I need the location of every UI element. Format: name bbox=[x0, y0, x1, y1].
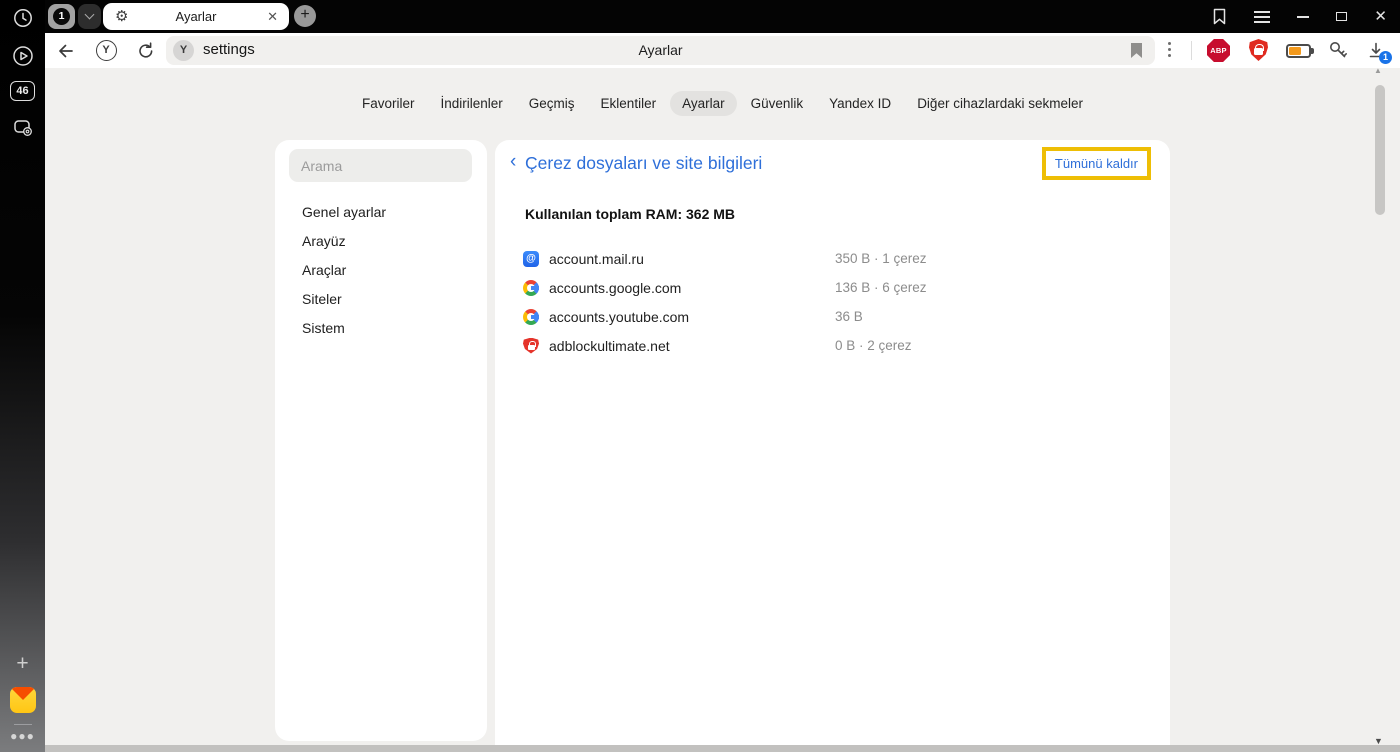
site-name: account.mail.ru bbox=[549, 250, 644, 267]
back-icon[interactable] bbox=[55, 33, 77, 68]
site-cookie-info: 0 B · 2 çerez bbox=[835, 338, 912, 353]
nav-tab[interactable]: Güvenlik bbox=[739, 91, 816, 116]
downloads-icon[interactable]: 1 bbox=[1366, 40, 1392, 64]
play-icon[interactable] bbox=[0, 44, 45, 68]
tab-title: Ayarlar bbox=[175, 9, 217, 24]
chevron-down-icon bbox=[84, 9, 95, 20]
settings-sections: Genel ayarlar Arayüz Araçlar Siteler Sis… bbox=[275, 197, 487, 342]
settings-nav: Favoriler İndirilenler Geçmiş Eklentiler… bbox=[45, 91, 1400, 116]
back-chevron-icon[interactable]: ‹ bbox=[510, 151, 516, 173]
ram-total-label: Kullanılan toplam RAM: 362 MB bbox=[525, 206, 736, 222]
yandex-home-icon[interactable]: Y bbox=[95, 33, 117, 68]
nav-tab[interactable]: Favoriler bbox=[350, 91, 427, 116]
menu-icon[interactable] bbox=[1254, 15, 1271, 18]
address-bar[interactable]: Y settings Ayarlar bbox=[166, 36, 1155, 65]
passwords-key-icon[interactable] bbox=[1327, 39, 1349, 61]
site-name: accounts.google.com bbox=[549, 279, 682, 296]
minimize-icon[interactable] bbox=[1297, 15, 1310, 18]
cookie-site-list: account.mail.ru 350 B · 1 çerez accounts… bbox=[495, 244, 1170, 360]
screenshot-camera-icon[interactable] bbox=[0, 116, 45, 140]
google-icon bbox=[523, 308, 539, 325]
nav-tab[interactable]: İndirilenler bbox=[429, 91, 515, 116]
tab-group-button[interactable]: 1 bbox=[48, 4, 75, 29]
vertical-scrollbar-thumb[interactable] bbox=[1375, 85, 1385, 215]
scrollbar-up-icon[interactable]: ▲ bbox=[1374, 66, 1382, 75]
side-rail: 46 + ●●● bbox=[0, 0, 45, 752]
download-count-badge: 1 bbox=[1379, 51, 1392, 64]
mailru-icon bbox=[523, 250, 539, 267]
nav-tab[interactable]: Diğer cihazlardaki sekmeler bbox=[905, 91, 1095, 116]
refresh-icon[interactable] bbox=[135, 33, 157, 68]
search-input[interactable] bbox=[289, 149, 472, 182]
tab-close-icon[interactable]: ✕ bbox=[267, 10, 278, 23]
tab-group-count-badge: 1 bbox=[53, 8, 70, 25]
bookmarks-panel-icon[interactable] bbox=[1212, 8, 1227, 25]
settings-section-item[interactable]: Siteler bbox=[275, 284, 487, 313]
add-panel-icon[interactable]: + bbox=[0, 653, 45, 674]
nav-tab[interactable]: Yandex ID bbox=[817, 91, 903, 116]
protect-shield-icon[interactable] bbox=[1249, 39, 1268, 61]
toolbar: Y Y settings Ayarlar ABP 1 bbox=[0, 33, 1400, 68]
site-cookie-info: 36 B bbox=[835, 309, 863, 324]
history-clock-icon[interactable] bbox=[0, 7, 45, 29]
nav-tab[interactable]: Eklentiler bbox=[589, 91, 669, 116]
restore-window-icon[interactable] bbox=[1336, 9, 1351, 21]
google-icon bbox=[523, 279, 539, 296]
cookie-site-row[interactable]: accounts.youtube.com 36 B bbox=[495, 302, 1170, 331]
tab-group-chevron-button[interactable] bbox=[78, 4, 101, 29]
cookies-title[interactable]: Çerez dosyaları ve site bilgileri bbox=[525, 153, 762, 174]
site-cookie-info: 350 B · 1 çerez bbox=[835, 251, 927, 266]
adblockultimate-icon bbox=[523, 337, 539, 354]
site-cookie-info: 136 B · 6 çerez bbox=[835, 280, 927, 295]
horizontal-scrollbar[interactable] bbox=[45, 745, 1400, 752]
settings-search[interactable] bbox=[289, 149, 472, 182]
remove-all-button[interactable]: Tümünü kaldır bbox=[1041, 147, 1151, 180]
site-name: accounts.youtube.com bbox=[549, 308, 690, 325]
nav-tab[interactable]: Geçmiş bbox=[517, 91, 587, 116]
page-title: Ayarlar bbox=[638, 42, 683, 58]
tab-strip: 1 ⚙ Ayarlar ✕ + ✕ bbox=[0, 0, 1400, 33]
tabs-counter-badge[interactable]: 46 bbox=[0, 81, 45, 101]
nav-tab[interactable]: Ayarlar bbox=[670, 91, 737, 116]
battery-saver-icon[interactable] bbox=[1286, 44, 1314, 58]
rail-more-icon[interactable]: ●●● bbox=[0, 729, 45, 743]
browser-window: 1 ⚙ Ayarlar ✕ + ✕ Y Y settings Ayarlar A… bbox=[0, 0, 1400, 752]
cookie-site-row[interactable]: adblockultimate.net 0 B · 2 çerez bbox=[495, 331, 1170, 360]
toolbar-divider bbox=[1191, 41, 1192, 60]
tab-ayarlar[interactable]: ⚙ Ayarlar ✕ bbox=[103, 3, 289, 30]
settings-section-item[interactable]: Genel ayarlar bbox=[275, 197, 487, 226]
settings-section-item[interactable]: Araçlar bbox=[275, 255, 487, 284]
close-window-icon[interactable]: ✕ bbox=[1374, 9, 1387, 24]
adblock-plus-icon[interactable]: ABP bbox=[1207, 39, 1230, 62]
yandex-mail-icon[interactable] bbox=[0, 687, 45, 713]
site-name: adblockultimate.net bbox=[549, 337, 670, 354]
cookies-panel: ‹ Çerez dosyaları ve site bilgileri Tümü… bbox=[495, 140, 1170, 752]
cookie-site-row[interactable]: accounts.google.com 136 B · 6 çerez bbox=[495, 273, 1170, 302]
settings-section-item[interactable]: Arayüz bbox=[275, 226, 487, 255]
more-options-icon[interactable] bbox=[1168, 42, 1172, 60]
rail-divider bbox=[0, 724, 45, 725]
cookie-site-row[interactable]: account.mail.ru 350 B · 1 çerez bbox=[495, 244, 1170, 273]
new-tab-button[interactable]: + bbox=[294, 5, 316, 27]
settings-section-item[interactable]: Sistem bbox=[275, 313, 487, 342]
settings-sidebar: Genel ayarlar Arayüz Araçlar Siteler Sis… bbox=[275, 140, 487, 741]
settings-page: Favoriler İndirilenler Geçmiş Eklentiler… bbox=[45, 66, 1400, 752]
